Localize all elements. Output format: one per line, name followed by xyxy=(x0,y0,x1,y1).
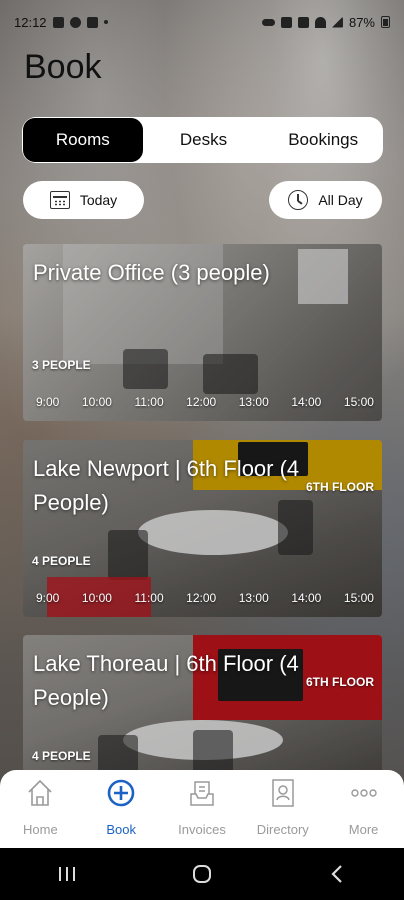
battery-icon xyxy=(381,16,390,28)
date-filter-label: Today xyxy=(79,192,118,208)
floor-badge: 6TH FLOOR xyxy=(306,675,374,689)
time-tick: 10:00 xyxy=(81,591,112,605)
nav-label: Home xyxy=(23,822,58,837)
whatsapp-notification-icon xyxy=(69,16,81,28)
availability-timeline: 9:00 10:00 11:00 12:00 13:00 14:00 15:00 xyxy=(23,391,382,413)
system-navigation-bar xyxy=(0,848,404,900)
alarm-icon xyxy=(280,16,292,28)
room-name: Lake Newport | 6th Floor (4 People) xyxy=(33,456,300,515)
wifi-icon xyxy=(314,16,326,28)
room-capacity: 4 PEOPLE xyxy=(32,554,91,568)
date-filter-button[interactable]: Today xyxy=(23,181,144,219)
bottom-navigation: Home Book Invoices Directory More xyxy=(0,770,404,848)
time-filter-button[interactable]: All Day xyxy=(269,181,382,219)
plus-circle-icon xyxy=(105,776,137,810)
room-card-lake-thoreau[interactable]: Lake Thoreau | 6th Floor (4 People) 6TH … xyxy=(23,635,382,780)
nav-home[interactable]: Home xyxy=(0,776,80,837)
invoice-icon xyxy=(186,776,218,810)
time-tick: 12:00 xyxy=(186,591,217,605)
floor-badge: 6TH FLOOR xyxy=(306,480,374,494)
home-circle-icon xyxy=(192,865,211,883)
signal-icon xyxy=(331,16,343,28)
room-name: Lake Thoreau | 6th Floor (4 People) xyxy=(33,651,299,710)
contact-book-icon xyxy=(267,776,299,810)
link-icon xyxy=(261,18,275,26)
back-chevron-icon xyxy=(331,865,342,883)
nav-label: Directory xyxy=(256,822,309,837)
status-time: 12:12 xyxy=(14,14,47,30)
time-tick: 14:00 xyxy=(291,591,322,605)
nav-label: Invoices xyxy=(178,822,226,837)
time-tick: 9:00 xyxy=(36,395,60,409)
room-card-lake-newport[interactable]: Lake Newport | 6th Floor (4 People) 6TH … xyxy=(23,440,382,617)
nav-book[interactable]: Book xyxy=(81,776,161,837)
page-title: Book xyxy=(24,48,102,86)
room-name: Private Office (3 people) xyxy=(33,260,270,285)
time-tick: 11:00 xyxy=(134,395,164,409)
more-notifications-dot-icon xyxy=(103,20,108,24)
gallery-notification-icon xyxy=(52,16,64,28)
more-dots-icon xyxy=(348,776,380,810)
recent-apps-icon xyxy=(59,867,76,881)
room-capacity: 4 PEOPLE xyxy=(32,749,91,763)
nav-invoices[interactable]: Invoices xyxy=(162,776,242,837)
availability-timeline: 9:00 10:00 11:00 12:00 13:00 14:00 15:00 xyxy=(23,587,382,609)
clock-icon xyxy=(288,190,309,210)
bag-notification-icon xyxy=(86,16,98,28)
nav-more[interactable]: More xyxy=(324,776,404,837)
time-tick: 10:00 xyxy=(81,395,112,409)
calendar-icon xyxy=(49,191,70,209)
time-tick: 14:00 xyxy=(291,395,322,409)
tab-rooms[interactable]: Rooms xyxy=(23,118,143,162)
room-card-private-office[interactable]: Private Office (3 people) 3 PEOPLE 9:00 … xyxy=(23,244,382,421)
time-tick: 11:00 xyxy=(134,591,164,605)
recent-apps-button[interactable] xyxy=(37,854,97,894)
tab-bookings[interactable]: Bookings xyxy=(263,117,383,163)
home-icon xyxy=(24,776,56,810)
home-system-button[interactable] xyxy=(172,854,232,894)
tab-desks[interactable]: Desks xyxy=(144,117,264,163)
back-button[interactable] xyxy=(307,854,367,894)
status-bar: 12:12 87% xyxy=(0,0,404,44)
room-capacity: 3 PEOPLE xyxy=(32,358,91,372)
nav-label: Book xyxy=(106,822,136,837)
time-filter-label: All Day xyxy=(318,192,363,208)
booking-type-tabs: Rooms Desks Bookings xyxy=(22,117,383,163)
time-tick: 15:00 xyxy=(343,591,374,605)
time-tick: 15:00 xyxy=(343,395,374,409)
battery-percent: 87% xyxy=(348,14,375,30)
time-tick: 9:00 xyxy=(36,591,60,605)
nav-directory[interactable]: Directory xyxy=(243,776,323,837)
nav-label: More xyxy=(348,822,379,837)
time-tick: 13:00 xyxy=(238,591,269,605)
time-tick: 12:00 xyxy=(186,395,217,409)
nfc-icon xyxy=(297,16,309,28)
time-tick: 13:00 xyxy=(238,395,269,409)
